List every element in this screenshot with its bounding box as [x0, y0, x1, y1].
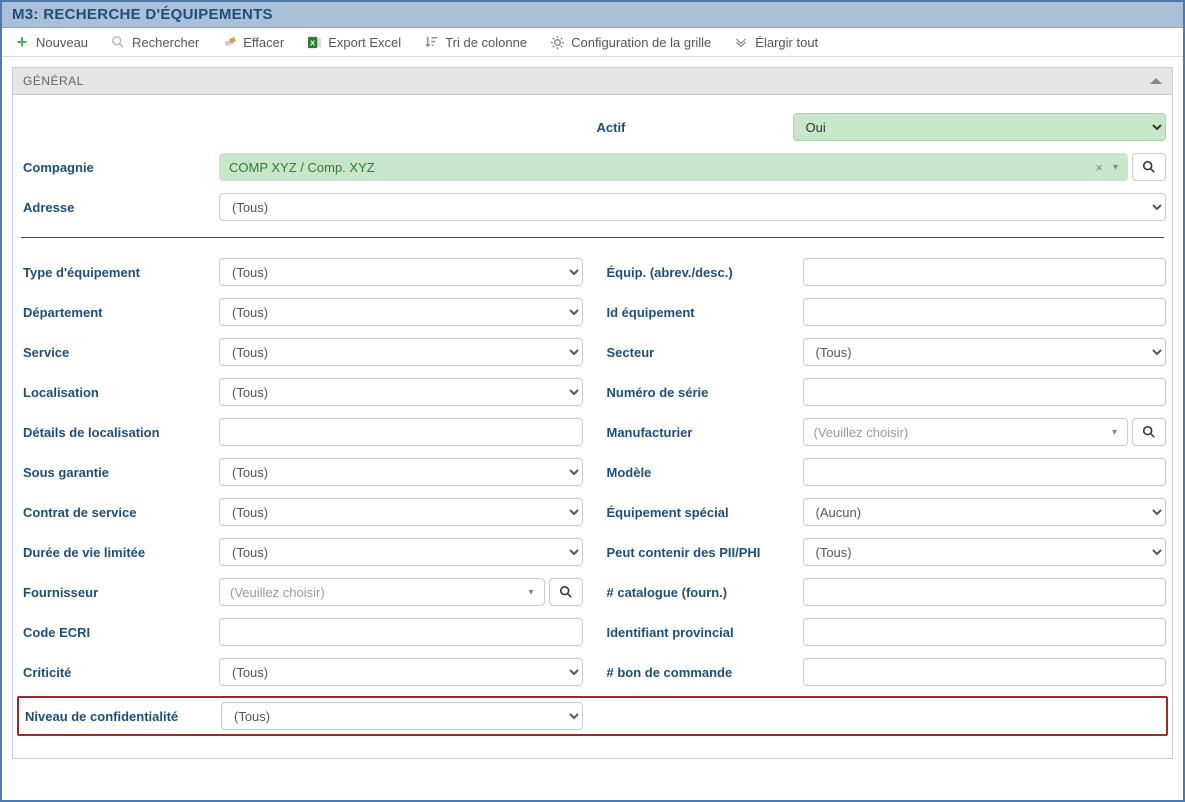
- service-select[interactable]: (Tous): [219, 338, 583, 366]
- eraser-icon: [221, 34, 237, 50]
- type-equip-select[interactable]: (Tous): [219, 258, 583, 286]
- config-grille-label: Configuration de la grille: [571, 35, 711, 50]
- config-grille-button[interactable]: Configuration de la grille: [549, 34, 711, 50]
- clear-icon[interactable]: ×: [1089, 160, 1109, 175]
- sous-garantie-label: Sous garantie: [19, 465, 219, 480]
- effacer-button[interactable]: Effacer: [221, 34, 284, 50]
- type-equip-label: Type d'équipement: [19, 265, 219, 280]
- effacer-label: Effacer: [243, 35, 284, 50]
- catalogue-fourn-input[interactable]: [803, 578, 1167, 606]
- id-provincial-label: Identifiant provincial: [603, 625, 803, 640]
- rechercher-button[interactable]: Rechercher: [110, 34, 199, 50]
- niveau-conf-select[interactable]: (Tous): [221, 702, 583, 730]
- compagnie-value: COMP XYZ / Comp. XYZ: [229, 160, 1089, 175]
- divider: [21, 237, 1164, 238]
- window-title: M3: RECHERCHE D'ÉQUIPEMENTS: [2, 2, 1183, 28]
- export-excel-button[interactable]: X Export Excel: [306, 34, 401, 50]
- localisation-label: Localisation: [19, 385, 219, 400]
- gear-icon: [549, 34, 565, 50]
- duree-vie-select[interactable]: (Tous): [219, 538, 583, 566]
- equip-abrev-label: Équip. (abrev./desc.): [603, 265, 803, 280]
- niveau-conf-label: Niveau de confidentialité: [21, 709, 221, 724]
- actif-label: Actif: [593, 120, 793, 135]
- details-loc-label: Détails de localisation: [19, 425, 219, 440]
- chevron-down-icon[interactable]: ▾: [1109, 162, 1122, 173]
- collapse-icon: [1150, 78, 1162, 84]
- modele-label: Modèle: [603, 465, 803, 480]
- toolbar: + Nouveau Rechercher Effacer X Export Ex…: [2, 28, 1183, 57]
- criticite-label: Criticité: [19, 665, 219, 680]
- adresse-label: Adresse: [19, 200, 219, 215]
- rechercher-label: Rechercher: [132, 35, 199, 50]
- secteur-select[interactable]: (Tous): [803, 338, 1167, 366]
- id-provincial-input[interactable]: [803, 618, 1167, 646]
- bon-commande-input[interactable]: [803, 658, 1167, 686]
- elargir-button[interactable]: Élargir tout: [733, 34, 818, 50]
- contrat-service-select[interactable]: (Tous): [219, 498, 583, 526]
- sort-icon: [423, 34, 439, 50]
- manufacturier-placeholder: (Veuillez choisir): [814, 425, 1108, 440]
- chevron-down-icon[interactable]: ▾: [1108, 427, 1121, 438]
- sous-garantie-select[interactable]: (Tous): [219, 458, 583, 486]
- fournisseur-placeholder: (Veuillez choisir): [230, 585, 524, 600]
- contrat-service-label: Contrat de service: [19, 505, 219, 520]
- details-loc-input[interactable]: [219, 418, 583, 446]
- niveau-conf-highlight: Niveau de confidentialité (Tous): [17, 696, 1168, 736]
- fournisseur-combo[interactable]: (Veuillez choisir) ▾: [219, 578, 545, 606]
- criticite-select[interactable]: (Tous): [219, 658, 583, 686]
- elargir-label: Élargir tout: [755, 35, 818, 50]
- id-equip-input[interactable]: [803, 298, 1167, 326]
- general-panel: GÉNÉRAL Actif Oui Com: [12, 67, 1173, 759]
- manufacturier-search-button[interactable]: [1132, 418, 1166, 446]
- numero-serie-input[interactable]: [803, 378, 1167, 406]
- equip-special-label: Équipement spécial: [603, 505, 803, 520]
- plus-icon: +: [14, 34, 30, 50]
- bon-commande-label: # bon de commande: [603, 665, 803, 680]
- departement-label: Département: [19, 305, 219, 320]
- equip-abrev-input[interactable]: [803, 258, 1167, 286]
- duree-vie-label: Durée de vie limitée: [19, 545, 219, 560]
- nouveau-label: Nouveau: [36, 35, 88, 50]
- service-label: Service: [19, 345, 219, 360]
- tri-colonne-label: Tri de colonne: [445, 35, 527, 50]
- fournisseur-label: Fournisseur: [19, 585, 219, 600]
- pii-phi-select[interactable]: (Tous): [803, 538, 1167, 566]
- code-ecri-label: Code ECRI: [19, 625, 219, 640]
- departement-select[interactable]: (Tous): [219, 298, 583, 326]
- manufacturier-combo[interactable]: (Veuillez choisir) ▾: [803, 418, 1129, 446]
- compagnie-label: Compagnie: [19, 160, 219, 175]
- code-ecri-input[interactable]: [219, 618, 583, 646]
- chevron-down-icon[interactable]: ▾: [524, 587, 537, 598]
- search-icon: [110, 34, 126, 50]
- manufacturier-label: Manufacturier: [603, 425, 803, 440]
- panel-title: GÉNÉRAL: [23, 74, 84, 88]
- adresse-select[interactable]: (Tous): [219, 193, 1166, 221]
- chevron-down-icon: [733, 34, 749, 50]
- svg-text:X: X: [310, 38, 315, 47]
- modele-input[interactable]: [803, 458, 1167, 486]
- panel-header[interactable]: GÉNÉRAL: [13, 68, 1172, 95]
- localisation-select[interactable]: (Tous): [219, 378, 583, 406]
- id-equip-label: Id équipement: [603, 305, 803, 320]
- nouveau-button[interactable]: + Nouveau: [14, 34, 88, 50]
- export-excel-label: Export Excel: [328, 35, 401, 50]
- excel-icon: X: [306, 34, 322, 50]
- catalogue-fourn-label: # catalogue (fourn.): [603, 585, 803, 600]
- compagnie-search-button[interactable]: [1132, 153, 1166, 181]
- numero-serie-label: Numéro de série: [603, 385, 803, 400]
- tri-colonne-button[interactable]: Tri de colonne: [423, 34, 527, 50]
- fournisseur-search-button[interactable]: [549, 578, 583, 606]
- pii-phi-label: Peut contenir des PII/PHI: [603, 545, 803, 560]
- secteur-label: Secteur: [603, 345, 803, 360]
- equip-special-select[interactable]: (Aucun): [803, 498, 1167, 526]
- actif-select[interactable]: Oui: [793, 113, 1167, 141]
- compagnie-combo[interactable]: COMP XYZ / Comp. XYZ × ▾: [219, 153, 1128, 181]
